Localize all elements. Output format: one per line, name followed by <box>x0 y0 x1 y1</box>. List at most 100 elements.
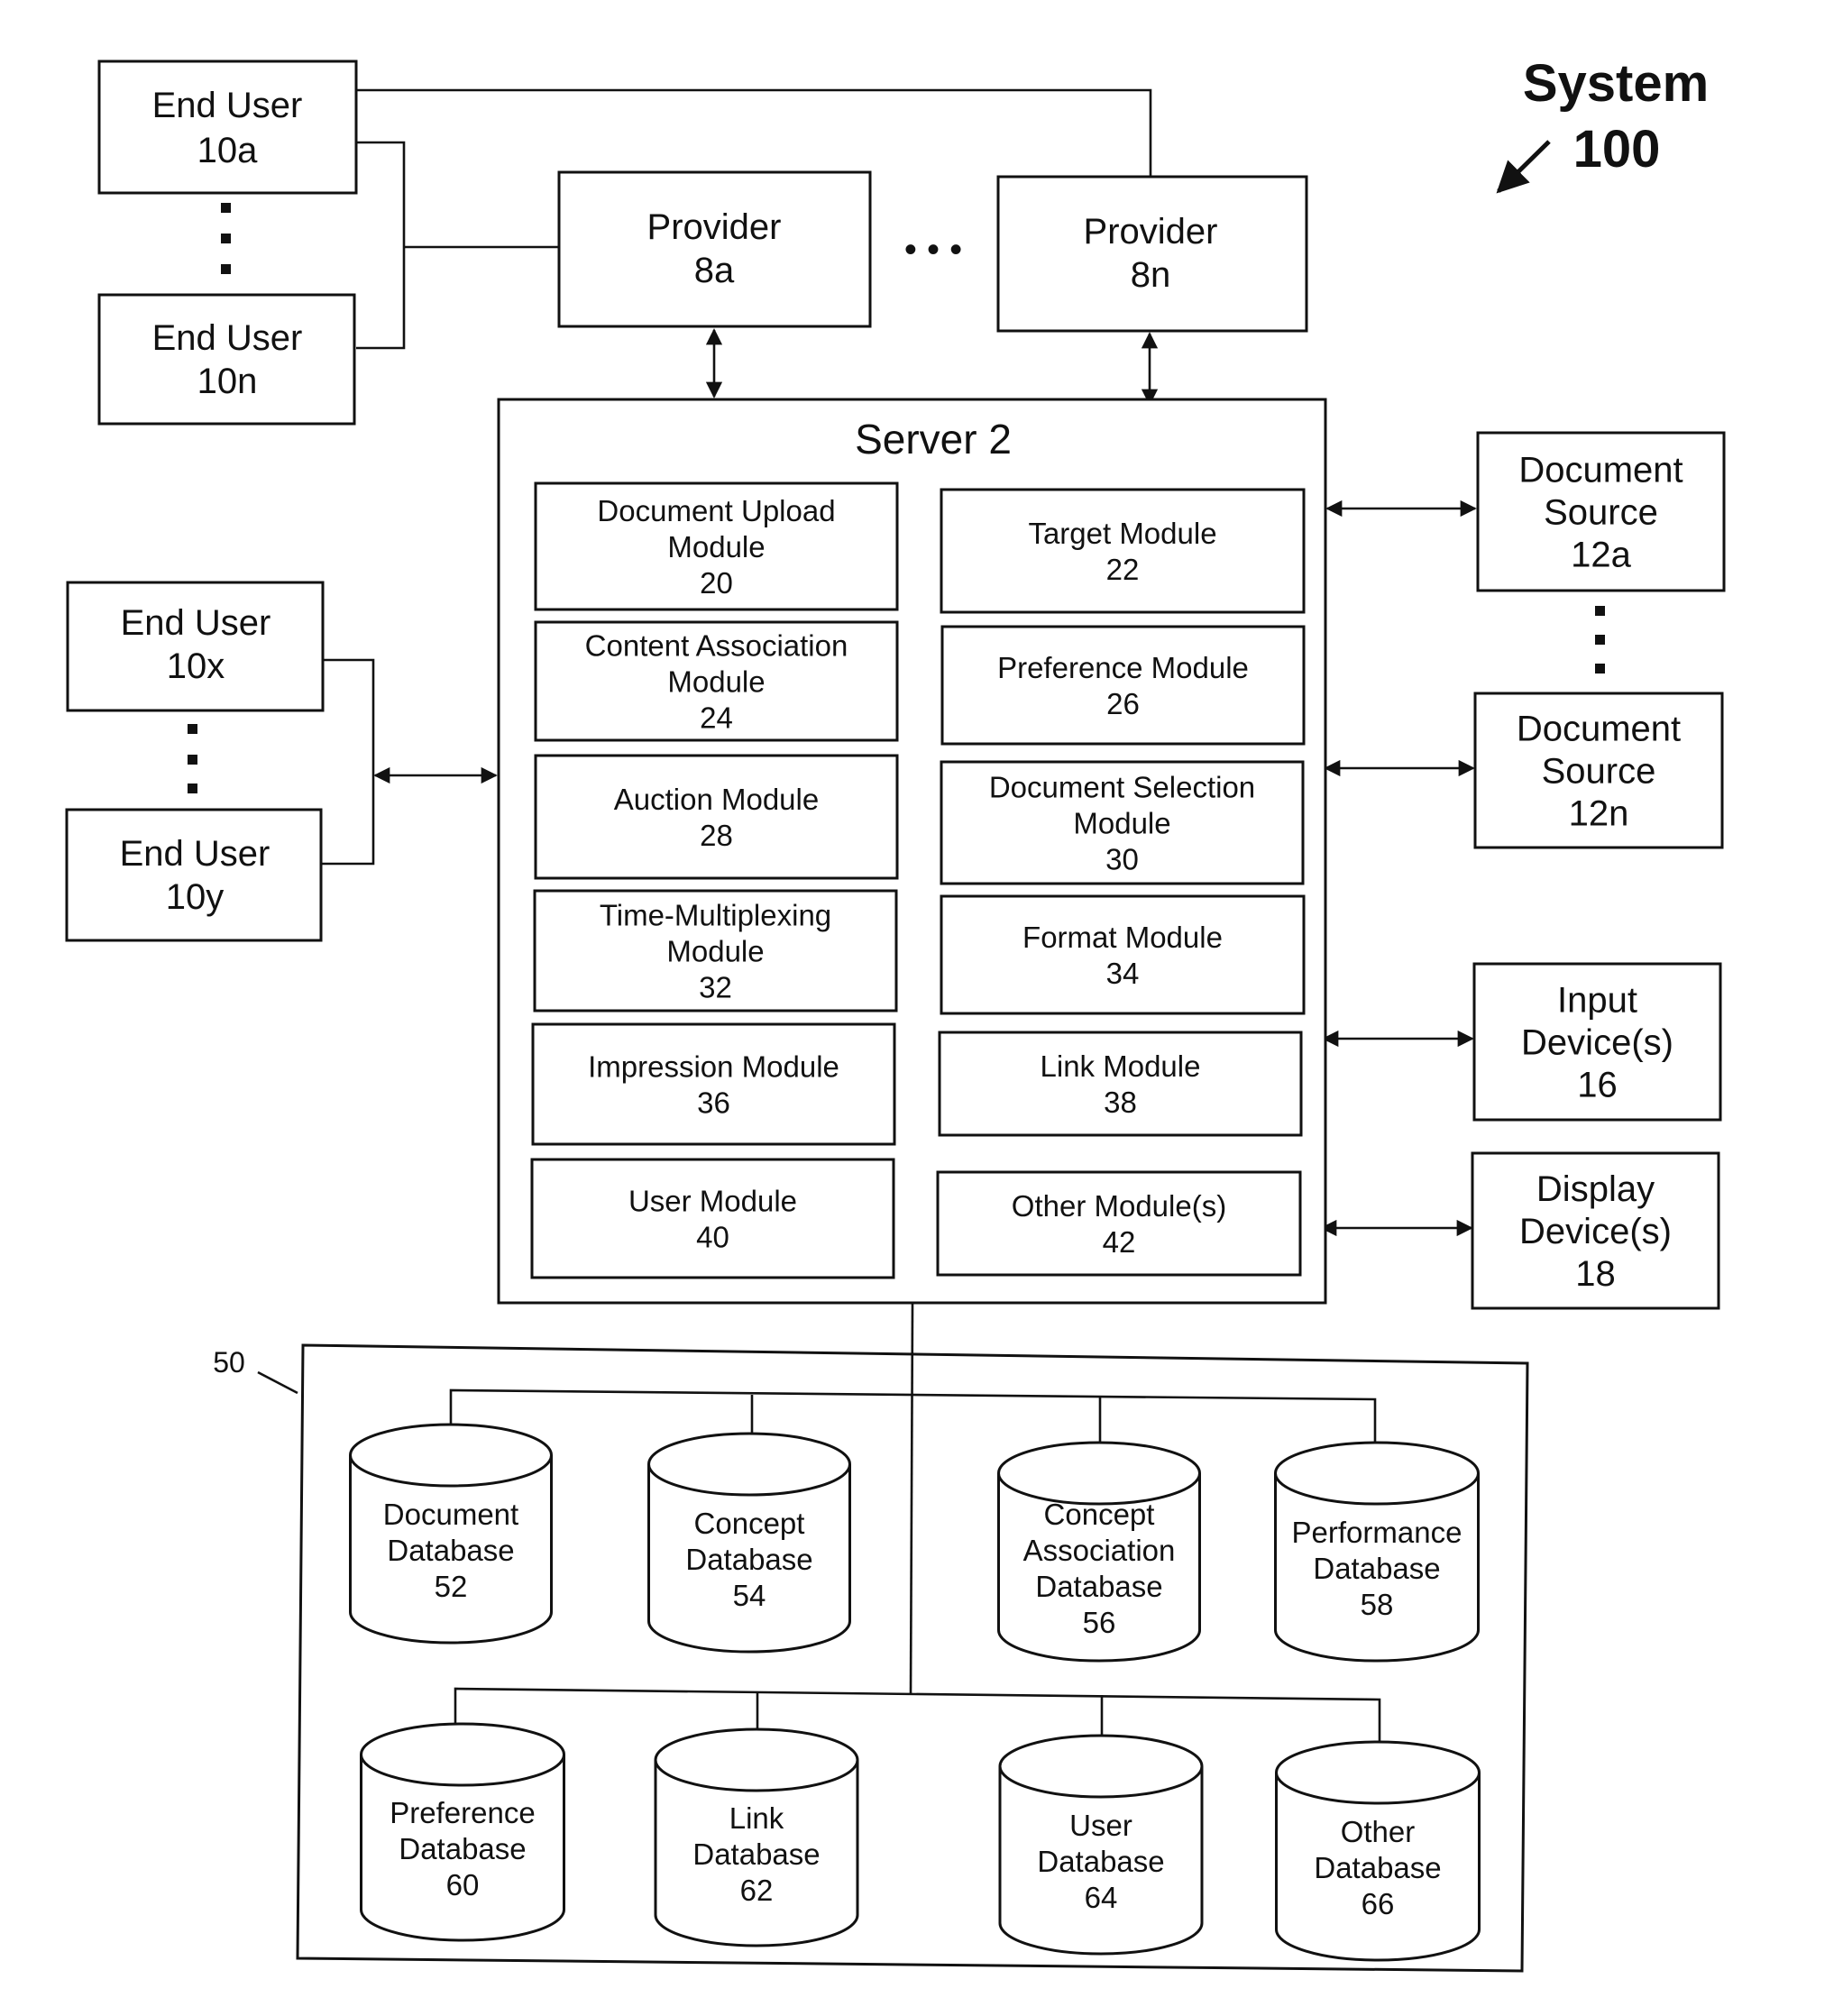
database-label: Database <box>387 1534 514 1567</box>
database-64[interactable]: UserDatabase64 <box>998 1734 1204 1956</box>
provider-id: 8a <box>694 251 735 290</box>
device-label: 12a <box>1571 536 1631 575</box>
module-label: Target Module <box>1028 517 1216 550</box>
end-user-10y[interactable]: End User 10y <box>65 808 323 942</box>
end-user-id: 10y <box>166 877 225 917</box>
connector-server-databases <box>909 1303 914 1696</box>
module-26[interactable]: Preference Module26 <box>940 625 1306 746</box>
horizontal-ellipsis-icon: • • • <box>904 230 962 270</box>
end-user-label: End User <box>152 318 303 358</box>
database-label: Association <box>1023 1534 1176 1567</box>
cylinder-top <box>998 1734 1204 1799</box>
database-58[interactable]: PerformanceDatabase58 <box>1274 1441 1480 1663</box>
module-36[interactable]: Impression Module36 <box>531 1022 896 1146</box>
device-label: Document <box>1518 451 1683 490</box>
ref-50-leader <box>257 1370 298 1395</box>
module-label: Document Selection <box>989 771 1255 804</box>
module-label: 24 <box>700 701 733 735</box>
database-56[interactable]: ConceptAssociationDatabase56 <box>997 1441 1201 1663</box>
system-label: System 100 <box>1496 54 1709 194</box>
module-label: Content Association <box>585 629 848 663</box>
device-label: Document <box>1517 710 1681 749</box>
database-label: Database <box>685 1543 812 1576</box>
databases: DocumentDatabase52ConceptDatabase54Conce… <box>349 1423 1481 1962</box>
end-user-id: 10a <box>197 131 258 170</box>
end-user-id: 10n <box>197 362 258 401</box>
end-user-10a[interactable]: End User 10a <box>97 60 358 195</box>
module-32[interactable]: Time-MultiplexingModule32 <box>533 889 898 1013</box>
connector-10a-provider-8n <box>356 88 1152 177</box>
module-28[interactable]: Auction Module28 <box>534 754 899 880</box>
database-label: Preference <box>390 1796 535 1829</box>
database-label: 54 <box>733 1579 766 1612</box>
module-label: Document Upload <box>597 494 835 527</box>
provider-8a[interactable]: Provider 8a <box>557 170 872 328</box>
database-66[interactable]: OtherDatabase66 <box>1275 1740 1481 1962</box>
provider-label: Provider <box>1084 212 1218 252</box>
end-user-10n[interactable]: End User 10n <box>97 293 356 426</box>
cylinder-top <box>349 1423 553 1488</box>
vertical-ellipsis-icon <box>1595 606 1605 674</box>
database-label: Link <box>729 1801 784 1835</box>
module-label: 42 <box>1103 1225 1136 1259</box>
module-label: Other Module(s) <box>1012 1189 1226 1223</box>
database-label: 52 <box>435 1570 468 1603</box>
provider-label: Provider <box>647 207 782 247</box>
display-device-18[interactable]: DisplayDevice(s)18 <box>1471 1151 1720 1310</box>
module-34[interactable]: Format Module34 <box>940 894 1306 1015</box>
module-label: 22 <box>1106 553 1140 586</box>
module-42[interactable]: Other Module(s)42 <box>936 1170 1302 1277</box>
database-label: 58 <box>1361 1588 1394 1621</box>
end-user-label: End User <box>121 603 271 643</box>
database-label: Database <box>1313 1552 1440 1585</box>
database-60[interactable]: PreferenceDatabase60 <box>360 1722 565 1942</box>
database-52[interactable]: DocumentDatabase52 <box>349 1423 553 1645</box>
device-label: Device(s) <box>1519 1212 1672 1251</box>
vertical-ellipsis-icon <box>188 724 197 793</box>
database-54[interactable]: ConceptDatabase54 <box>647 1432 851 1654</box>
system-arrow-icon <box>1496 140 1551 194</box>
provider-id: 8n <box>1131 255 1171 295</box>
module-30[interactable]: Document SelectionModule30 <box>940 760 1305 885</box>
module-label: Module <box>667 665 765 699</box>
database-label: Performance <box>1292 1516 1462 1549</box>
module-label: Module <box>667 530 765 564</box>
end-user-label: End User <box>152 86 303 125</box>
end-user-10x[interactable]: End User 10x <box>66 581 325 712</box>
module-40[interactable]: User Module40 <box>530 1158 895 1279</box>
module-22[interactable]: Target Module22 <box>940 488 1306 614</box>
database-62[interactable]: LinkDatabase62 <box>654 1727 859 1947</box>
input-device-16[interactable]: InputDevice(s)16 <box>1472 962 1722 1122</box>
module-label: Module <box>1073 807 1170 840</box>
module-label: User Module <box>628 1185 797 1218</box>
database-label: 64 <box>1085 1881 1118 1914</box>
database-group-ref: 50 <box>213 1346 245 1379</box>
module-24[interactable]: Content AssociationModule24 <box>534 620 899 742</box>
right-devices: DocumentSource12aDocumentSource12nInputD… <box>1471 431 1726 1310</box>
module-label: Link Module <box>1041 1049 1201 1083</box>
device-label: Source <box>1544 493 1658 533</box>
database-label: 62 <box>740 1874 774 1907</box>
provider-8n[interactable]: Provider 8n <box>996 175 1308 333</box>
document-source-12a[interactable]: DocumentSource12a <box>1476 431 1726 592</box>
cylinder-top <box>1275 1740 1481 1805</box>
module-label: 26 <box>1106 687 1140 720</box>
module-label: 20 <box>700 566 733 600</box>
module-label: 38 <box>1104 1086 1137 1119</box>
server[interactable]: Server 2 Document UploadModule20Target M… <box>497 398 1327 1305</box>
module-38[interactable]: Link Module38 <box>938 1031 1303 1137</box>
cylinder-top <box>997 1441 1201 1506</box>
database-label: User <box>1069 1809 1132 1842</box>
module-label: 40 <box>696 1221 729 1254</box>
module-label: Module <box>666 935 764 968</box>
device-label: Source <box>1542 752 1656 792</box>
module-20[interactable]: Document UploadModule20 <box>534 481 899 611</box>
module-label: 28 <box>700 819 733 852</box>
document-source-12n[interactable]: DocumentSource12n <box>1473 692 1724 849</box>
database-label: Database <box>399 1832 526 1865</box>
database-label: 56 <box>1083 1606 1116 1639</box>
device-label: Device(s) <box>1521 1023 1673 1063</box>
module-label: Auction Module <box>614 783 819 816</box>
connector-end-users-bracket <box>356 141 406 350</box>
database-label: Concept <box>694 1507 805 1540</box>
